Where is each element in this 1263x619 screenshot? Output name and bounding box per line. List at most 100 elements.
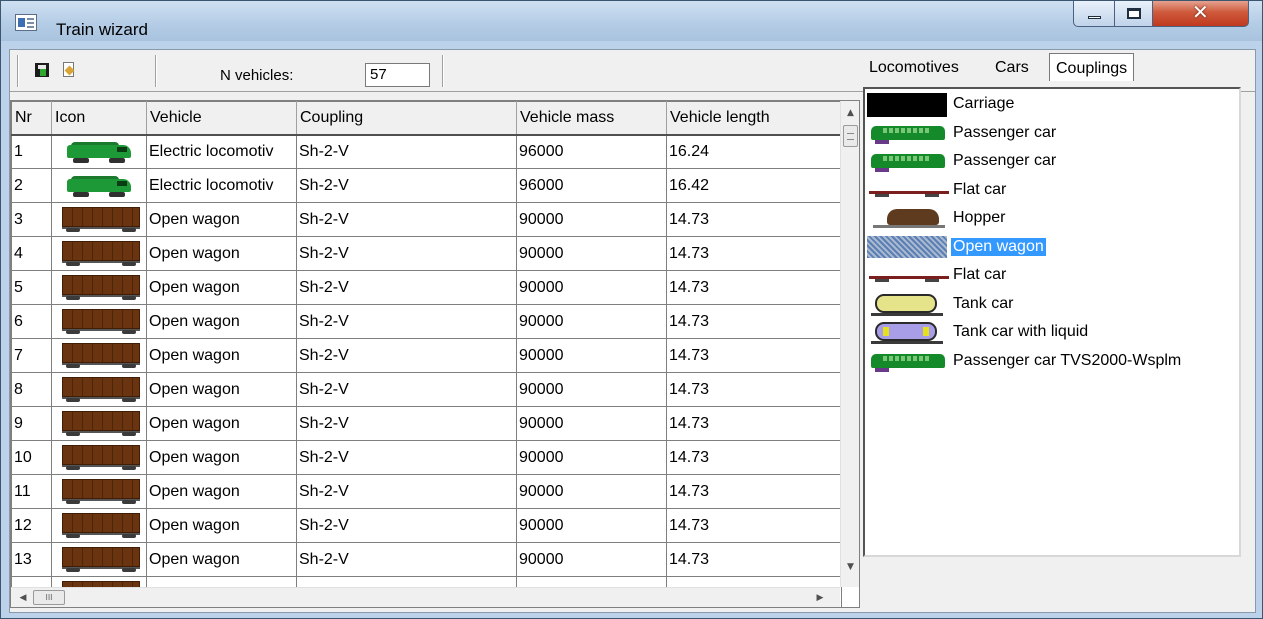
scroll-down-icon[interactable]: ▼ <box>841 557 859 577</box>
list-item[interactable]: Carriage <box>867 91 1237 119</box>
table-row[interactable]: 12 Open wagon Sh-2-V 90000 14.73 <box>11 508 842 543</box>
cell-mass[interactable]: 90000 <box>516 304 667 339</box>
cell-icon[interactable] <box>51 440 147 475</box>
cell-mass[interactable]: 90000 <box>516 440 667 475</box>
cell-vehicle[interactable]: Open wagon <box>146 440 297 475</box>
table-row[interactable]: 1 Electric locomotiv Sh-2-V 96000 16.24 <box>11 134 842 169</box>
cell-length[interactable]: 14.73 <box>666 338 842 373</box>
cell-length[interactable]: 14.73 <box>666 202 842 237</box>
cell-mass[interactable]: 90000 <box>516 202 667 237</box>
cell-length[interactable]: 14.73 <box>666 270 842 305</box>
cell-vehicle[interactable]: Open wagon <box>146 406 297 441</box>
close-button[interactable]: ✕ <box>1153 0 1249 27</box>
cell-coupling[interactable]: Sh-2-V <box>296 270 517 305</box>
table-row[interactable]: 4 Open wagon Sh-2-V 90000 14.73 <box>11 236 842 271</box>
table-row[interactable]: 7 Open wagon Sh-2-V 90000 14.73 <box>11 338 842 373</box>
cell-vehicle[interactable]: Open wagon <box>146 508 297 543</box>
cell-mass[interactable]: 90000 <box>516 236 667 271</box>
cell-coupling[interactable]: Sh-2-V <box>296 236 517 271</box>
tab-couplings[interactable]: Couplings <box>1049 53 1135 81</box>
table-row[interactable]: 8 Open wagon Sh-2-V 90000 14.73 <box>11 372 842 407</box>
scroll-left-icon[interactable]: ◀ <box>13 588 33 607</box>
cell-vehicle[interactable]: Open wagon <box>146 338 297 373</box>
cell-icon[interactable] <box>51 168 147 203</box>
cell-length[interactable]: 14.73 <box>666 304 842 339</box>
table-row[interactable]: 13 Open wagon Sh-2-V 90000 14.73 <box>11 542 842 577</box>
cell-mass[interactable]: 90000 <box>516 474 667 509</box>
cell-icon[interactable] <box>51 270 147 305</box>
cell-nr[interactable]: 4 <box>11 236 52 271</box>
horizontal-scrollbar[interactable]: ◀ III ▶ <box>11 587 840 607</box>
list-item[interactable]: Passenger car <box>867 148 1237 176</box>
cell-nr[interactable]: 12 <box>11 508 52 543</box>
cell-icon[interactable] <box>51 542 147 577</box>
cell-nr[interactable]: 9 <box>11 406 52 441</box>
tab-cars[interactable]: Cars <box>989 53 1035 83</box>
cell-icon[interactable] <box>51 134 147 169</box>
cell-icon[interactable] <box>51 406 147 441</box>
cell-length[interactable]: 14.73 <box>666 440 842 475</box>
cell-vehicle[interactable]: Open wagon <box>146 270 297 305</box>
cell-coupling[interactable]: Sh-2-V <box>296 304 517 339</box>
cell-coupling[interactable]: Sh-2-V <box>296 440 517 475</box>
vehicle-grid[interactable]: Nr Icon Vehicle Coupling Vehicle mass Ve… <box>10 100 860 608</box>
cell-length[interactable]: 14.73 <box>666 474 842 509</box>
table-row[interactable]: 6 Open wagon Sh-2-V 90000 14.73 <box>11 304 842 339</box>
table-row[interactable]: 3 Open wagon Sh-2-V 90000 14.73 <box>11 202 842 237</box>
list-item[interactable]: Tank car <box>867 291 1237 319</box>
vertical-scroll-thumb[interactable] <box>843 125 858 147</box>
cell-icon[interactable] <box>51 338 147 373</box>
cell-icon[interactable] <box>51 236 147 271</box>
vertical-scrollbar[interactable]: ▲ ▼ <box>840 101 859 587</box>
column-header-nr[interactable]: Nr <box>11 101 52 136</box>
scroll-right-icon[interactable]: ▶ <box>810 588 830 607</box>
column-header-mass[interactable]: Vehicle mass <box>516 101 667 136</box>
cell-mass[interactable]: 90000 <box>516 270 667 305</box>
edit-document-icon[interactable] <box>60 61 78 79</box>
scroll-up-icon[interactable]: ▲ <box>841 103 859 123</box>
cell-coupling[interactable]: Sh-2-V <box>296 508 517 543</box>
column-header-coupling[interactable]: Coupling <box>296 101 517 136</box>
table-row[interactable]: 2 Electric locomotiv Sh-2-V 96000 16.42 <box>11 168 842 203</box>
cell-nr[interactable]: 7 <box>11 338 52 373</box>
cell-vehicle[interactable]: Open wagon <box>146 372 297 407</box>
cell-icon[interactable] <box>51 372 147 407</box>
cell-coupling[interactable]: Sh-2-V <box>296 134 517 169</box>
cell-coupling[interactable]: Sh-2-V <box>296 338 517 373</box>
cell-icon[interactable] <box>51 474 147 509</box>
cell-length[interactable]: 14.73 <box>666 542 842 577</box>
list-item[interactable]: Flat car <box>867 262 1237 290</box>
cell-mass[interactable]: 90000 <box>516 508 667 543</box>
cell-mass[interactable]: 90000 <box>516 372 667 407</box>
cell-vehicle[interactable]: Open wagon <box>146 474 297 509</box>
tab-locomotives[interactable]: Locomotives <box>863 53 965 83</box>
list-item[interactable]: Hopper <box>867 205 1237 233</box>
list-item[interactable]: Passenger car <box>867 120 1237 148</box>
column-header-length[interactable]: Vehicle length <box>666 101 842 136</box>
cell-icon[interactable] <box>51 304 147 339</box>
cell-icon[interactable] <box>51 508 147 543</box>
cell-vehicle[interactable]: Open wagon <box>146 202 297 237</box>
cell-nr[interactable]: 10 <box>11 440 52 475</box>
cell-mass[interactable]: 90000 <box>516 406 667 441</box>
table-row[interactable]: 11 Open wagon Sh-2-V 90000 14.73 <box>11 474 842 509</box>
cell-coupling[interactable]: Sh-2-V <box>296 372 517 407</box>
cell-mass[interactable]: 90000 <box>516 338 667 373</box>
column-header-icon[interactable]: Icon <box>51 101 147 136</box>
save-icon[interactable] <box>33 61 51 79</box>
cell-vehicle[interactable]: Open wagon <box>146 304 297 339</box>
cars-listbox[interactable]: Carriage Passenger car Passenger car Flat c… <box>863 87 1241 557</box>
cell-coupling[interactable]: Sh-2-V <box>296 542 517 577</box>
cell-length[interactable]: 14.73 <box>666 236 842 271</box>
n-vehicles-input[interactable]: 57 <box>365 63 430 87</box>
cell-coupling[interactable]: Sh-2-V <box>296 406 517 441</box>
list-item[interactable]: Passenger car TVS2000-Wsplm <box>867 348 1237 376</box>
cell-length[interactable]: 16.42 <box>666 168 842 203</box>
cell-nr[interactable]: 3 <box>11 202 52 237</box>
table-row[interactable]: 5 Open wagon Sh-2-V 90000 14.73 <box>11 270 842 305</box>
cell-mass[interactable]: 90000 <box>516 542 667 577</box>
cell-nr[interactable]: 11 <box>11 474 52 509</box>
cell-mass[interactable]: 96000 <box>516 134 667 169</box>
list-item[interactable]: Flat car <box>867 177 1237 205</box>
maximize-button[interactable] <box>1115 1 1153 27</box>
